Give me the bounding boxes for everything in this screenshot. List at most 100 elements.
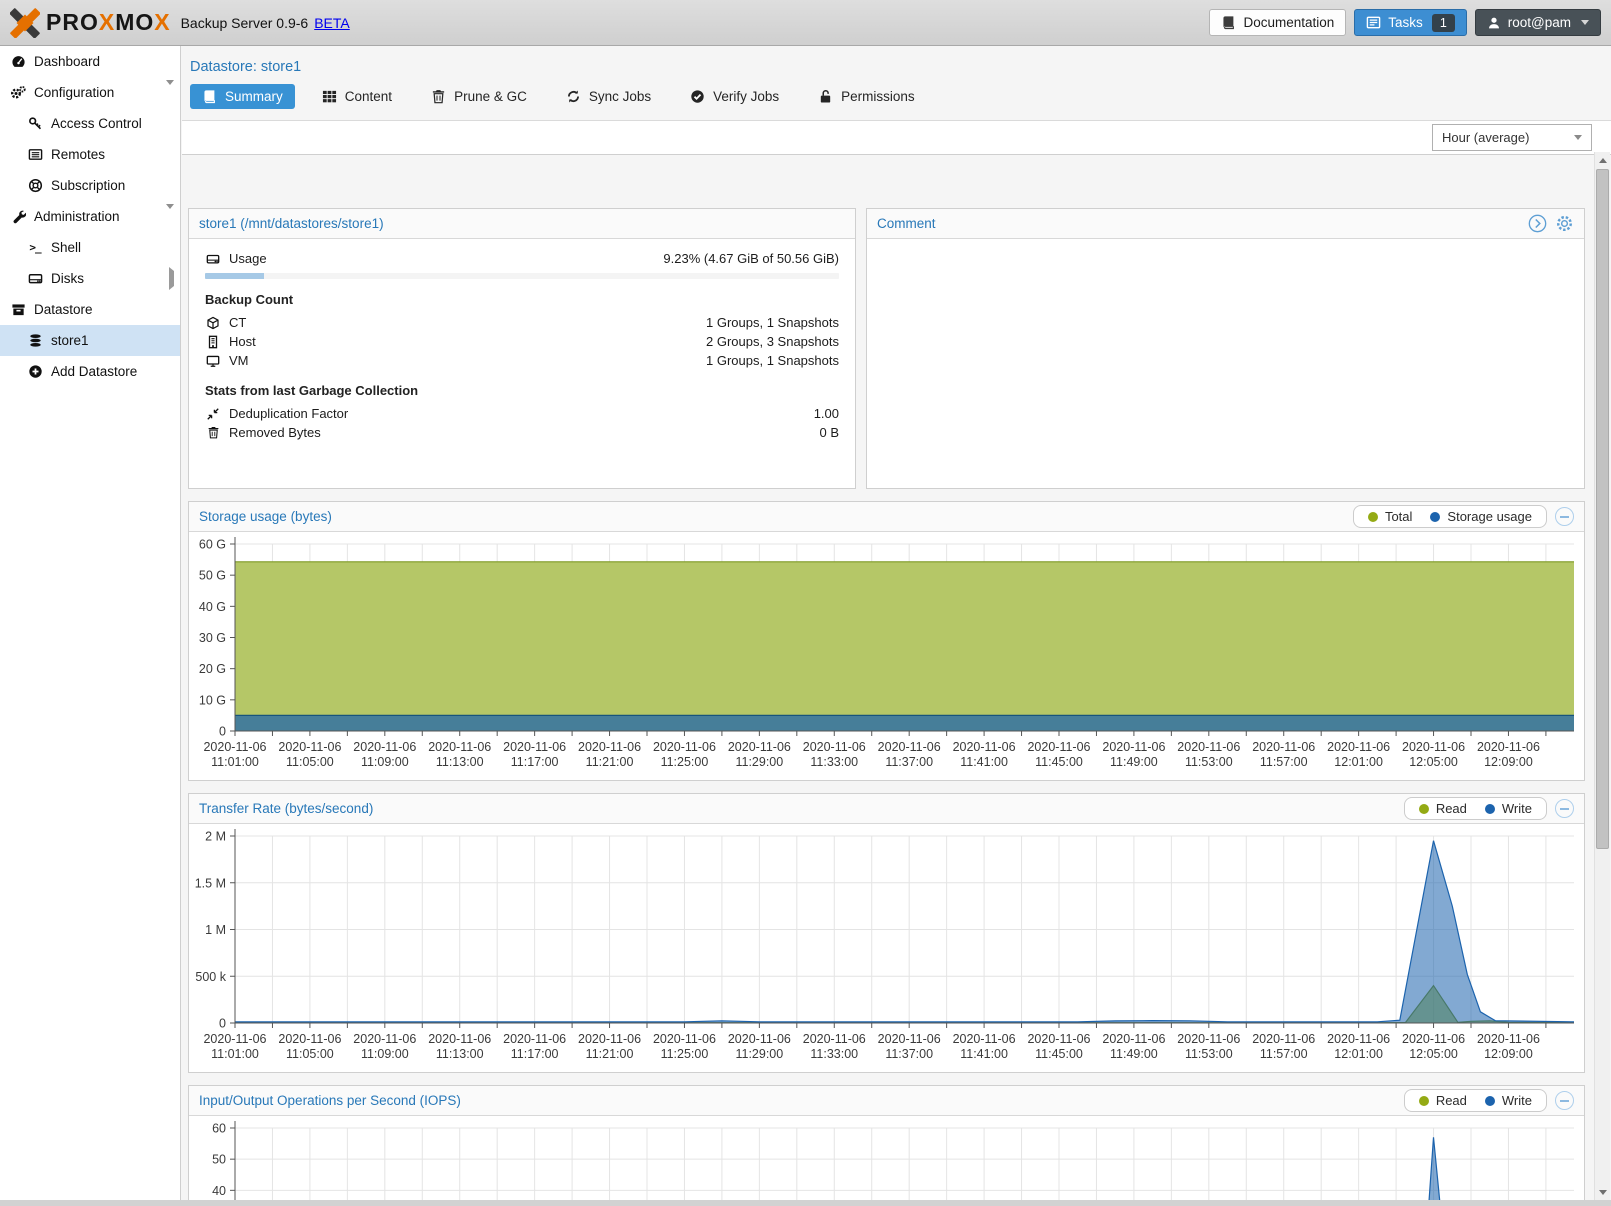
svg-text:2020-11-06: 2020-11-06	[428, 740, 491, 754]
sidebar-item-access-control[interactable]: Access Control	[0, 108, 180, 139]
svg-text:11:45:00: 11:45:00	[1035, 1047, 1083, 1061]
svg-text:2020-11-06: 2020-11-06	[728, 1032, 791, 1046]
legend-item-storage-usage[interactable]: Storage usage	[1430, 509, 1532, 524]
tab-verify-jobs[interactable]: Verify Jobs	[678, 84, 791, 109]
chart-canvas: 01020304050602020-11-0611:01:002020-11-0…	[189, 1118, 1582, 1206]
user-label: root@pam	[1508, 15, 1571, 30]
panel-title: Comment	[877, 216, 936, 231]
svg-text:11:49:00: 11:49:00	[1110, 1047, 1158, 1061]
tab-prune-gc[interactable]: Prune & GC	[419, 84, 539, 109]
expand-chevron-icon[interactable]	[169, 271, 174, 286]
svg-text:2020-11-06: 2020-11-06	[278, 740, 341, 754]
gear-icon[interactable]	[1555, 214, 1574, 233]
usage-value: 9.23% (4.67 GiB of 50.56 GiB)	[663, 251, 839, 266]
tab-content[interactable]: Content	[310, 84, 404, 109]
tab-sync-jobs[interactable]: Sync Jobs	[554, 84, 663, 109]
product-subtitle: Backup Server 0.9-6	[181, 15, 309, 31]
svg-text:11:53:00: 11:53:00	[1185, 755, 1233, 769]
scroll-up-arrow[interactable]	[1595, 152, 1611, 168]
transfer-rate-chart: 0500 k1 M1.5 M2 M2020-11-0611:01:002020-…	[189, 824, 1584, 1071]
collapse-chevron-icon[interactable]	[166, 85, 174, 100]
time-range-selector[interactable]: Hour (average)	[1432, 124, 1592, 151]
legend-label: Total	[1385, 509, 1412, 524]
legend-label: Read	[1436, 801, 1467, 816]
svg-text:2020-11-06: 2020-11-06	[1252, 1032, 1315, 1046]
svg-text:2020-11-06: 2020-11-06	[1027, 740, 1090, 754]
svg-text:11:09:00: 11:09:00	[361, 755, 409, 769]
sidebar-item-disks[interactable]: Disks	[0, 263, 180, 294]
documentation-button[interactable]: Documentation	[1209, 9, 1346, 36]
legend-item-write[interactable]: Write	[1485, 1093, 1532, 1108]
svg-text:11:29:00: 11:29:00	[735, 755, 783, 769]
sidebar-item-dashboard[interactable]: Dashboard	[0, 46, 180, 77]
legend-label: Write	[1502, 801, 1532, 816]
iops-panel: Input/Output Operations per Second (IOPS…	[188, 1085, 1585, 1206]
svg-text:2020-11-06: 2020-11-06	[278, 1032, 341, 1046]
svg-text:11:25:00: 11:25:00	[661, 755, 709, 769]
svg-text:1.5 M: 1.5 M	[195, 876, 226, 890]
sidebar-item-subscription[interactable]: Subscription	[0, 170, 180, 201]
legend-item-write[interactable]: Write	[1485, 801, 1532, 816]
expand-circle-icon[interactable]	[1528, 214, 1547, 233]
sidebar-item-remotes[interactable]: Remotes	[0, 139, 180, 170]
legend-item-read[interactable]: Read	[1419, 1093, 1467, 1108]
svg-text:11:25:00: 11:25:00	[661, 1047, 709, 1061]
svg-text:2020-11-06: 2020-11-06	[1477, 740, 1540, 754]
sidebar-item-shell[interactable]: >_ Shell	[0, 232, 180, 263]
compress-arrows-icon	[205, 406, 221, 422]
collapse-panel-icon[interactable]	[1555, 1091, 1574, 1110]
proxmox-x-icon	[10, 8, 40, 38]
svg-text:11:37:00: 11:37:00	[885, 1047, 933, 1061]
sidebar-item-label: Administration	[34, 209, 120, 224]
svg-text:2020-11-06: 2020-11-06	[653, 1032, 716, 1046]
svg-text:2020-11-06: 2020-11-06	[503, 740, 566, 754]
svg-text:12:09:00: 12:09:00	[1484, 1047, 1533, 1061]
tasks-button[interactable]: Tasks 1	[1354, 9, 1466, 36]
row-value: 1 Groups, 1 Snapshots	[706, 353, 839, 368]
svg-text:2020-11-06: 2020-11-06	[953, 1032, 1016, 1046]
svg-text:2020-11-06: 2020-11-06	[878, 740, 941, 754]
vertical-scrollbar[interactable]	[1594, 152, 1610, 1200]
sidebar-item-store1[interactable]: store1	[0, 325, 180, 356]
tab-permissions[interactable]: Permissions	[806, 84, 927, 109]
legend-label: Storage usage	[1447, 509, 1532, 524]
chart-title: Transfer Rate (bytes/second)	[199, 801, 373, 816]
trash-icon	[205, 425, 221, 441]
sidebar-item-administration[interactable]: Administration	[0, 201, 180, 232]
gc-row-dedup: Deduplication Factor 1.00	[205, 404, 839, 423]
sidebar-item-add-datastore[interactable]: Add Datastore	[0, 356, 180, 387]
collapse-panel-icon[interactable]	[1555, 507, 1574, 526]
comment-body[interactable]	[867, 239, 1584, 488]
gc-stats-heading: Stats from last Garbage Collection	[205, 383, 839, 398]
legend-dot	[1419, 804, 1429, 814]
row-label: Host	[229, 334, 256, 349]
sidebar-item-configuration[interactable]: Configuration	[0, 77, 180, 108]
svg-text:2020-11-06: 2020-11-06	[1177, 740, 1240, 754]
svg-text:11:37:00: 11:37:00	[885, 755, 933, 769]
sidebar-item-label: Disks	[51, 271, 84, 286]
tab-summary[interactable]: Summary	[190, 84, 295, 109]
collapse-chevron-icon[interactable]	[166, 209, 174, 224]
legend-item-read[interactable]: Read	[1419, 801, 1467, 816]
row-value: 2 Groups, 3 Snapshots	[706, 334, 839, 349]
beta-link[interactable]: BETA	[314, 15, 350, 31]
row-value: 1.00	[814, 406, 839, 421]
key-icon	[27, 116, 43, 132]
sidebar-item-datastore[interactable]: Datastore	[0, 294, 180, 325]
plus-circle-icon	[27, 364, 43, 380]
scrollbar-thumb[interactable]	[1596, 169, 1609, 849]
svg-text:11:09:00: 11:09:00	[361, 1047, 409, 1061]
svg-text:1 M: 1 M	[205, 923, 226, 937]
trash-icon	[431, 89, 446, 104]
time-range-value: Hour (average)	[1442, 130, 1529, 145]
collapse-panel-icon[interactable]	[1555, 799, 1574, 818]
user-menu-button[interactable]: root@pam	[1475, 9, 1601, 36]
svg-text:12:09:00: 12:09:00	[1484, 755, 1533, 769]
row-label: Deduplication Factor	[229, 406, 348, 421]
building-icon	[205, 334, 221, 350]
legend-item-total[interactable]: Total	[1368, 509, 1412, 524]
row-label: CT	[229, 315, 246, 330]
chevron-down-icon	[1581, 20, 1589, 25]
scroll-down-arrow[interactable]	[1595, 1184, 1611, 1200]
sidebar-item-label: store1	[51, 333, 89, 348]
